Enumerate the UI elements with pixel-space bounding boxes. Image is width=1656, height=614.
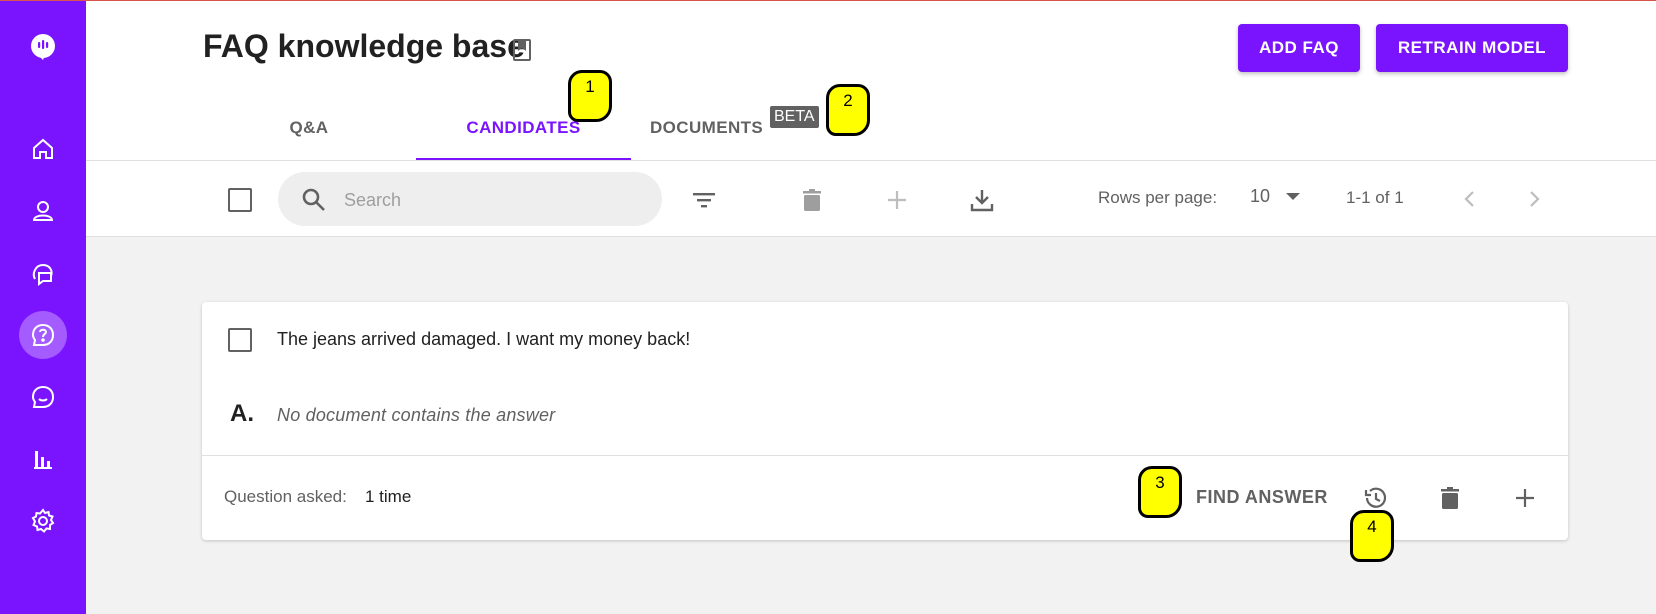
retrain-model-button[interactable]: RETRAIN MODEL	[1376, 24, 1568, 72]
add-icon[interactable]	[881, 184, 913, 216]
chevron-left-icon[interactable]	[1454, 183, 1486, 215]
download-icon[interactable]	[966, 184, 998, 216]
faq-icon[interactable]	[19, 311, 67, 359]
sidebar	[0, 1, 86, 614]
answer-prefix: A.	[230, 400, 254, 427]
annotation-marker-2: 2	[826, 84, 870, 136]
annotation-marker-4: 4	[1350, 510, 1394, 562]
answer-text[interactable]: No document contains the answer	[277, 405, 555, 426]
annotation-marker-3: 3	[1138, 466, 1182, 518]
gear-icon[interactable]	[19, 497, 67, 545]
book-icon[interactable]	[512, 38, 532, 62]
delete-icon[interactable]	[796, 184, 828, 216]
filter-icon[interactable]	[688, 184, 720, 216]
rows-per-page-select[interactable]: 10	[1250, 186, 1301, 207]
search-icon	[300, 186, 328, 214]
row-checkbox[interactable]	[228, 328, 252, 352]
tab-qa[interactable]: Q&A	[230, 104, 388, 160]
conversation-icon[interactable]	[19, 373, 67, 421]
add-faq-button[interactable]: ADD FAQ	[1238, 24, 1360, 72]
add-answer-icon[interactable]	[1509, 482, 1541, 514]
question-asked-count: 1 time	[365, 487, 412, 506]
tabs-divider	[86, 160, 1656, 161]
pagination-range: 1-1 of 1	[1346, 188, 1404, 207]
home-icon[interactable]	[19, 125, 67, 173]
delete-candidate-icon[interactable]	[1434, 482, 1466, 514]
question-asked-label: Question asked:	[224, 487, 347, 506]
question-text[interactable]: The jeans arrived damaged. I want my mon…	[277, 329, 690, 350]
rows-per-page-value: 10	[1250, 186, 1271, 206]
analytics-icon[interactable]	[19, 435, 67, 483]
user-icon[interactable]	[19, 187, 67, 235]
page-title: FAQ knowledge base	[203, 28, 525, 64]
chevron-right-icon[interactable]	[1518, 183, 1550, 215]
chevron-down-icon	[1286, 193, 1301, 200]
find-answer-button[interactable]: FIND ANSWER	[1196, 487, 1328, 508]
chat-icon[interactable]	[19, 249, 67, 297]
annotation-marker-1: 1	[568, 70, 612, 122]
beta-badge: BETA	[770, 106, 819, 128]
search-input[interactable]	[344, 186, 644, 214]
select-all-checkbox[interactable]	[228, 188, 252, 212]
card-divider	[202, 455, 1568, 456]
rows-per-page-label: Rows per page:	[1098, 188, 1218, 207]
logo-icon[interactable]	[19, 23, 67, 71]
